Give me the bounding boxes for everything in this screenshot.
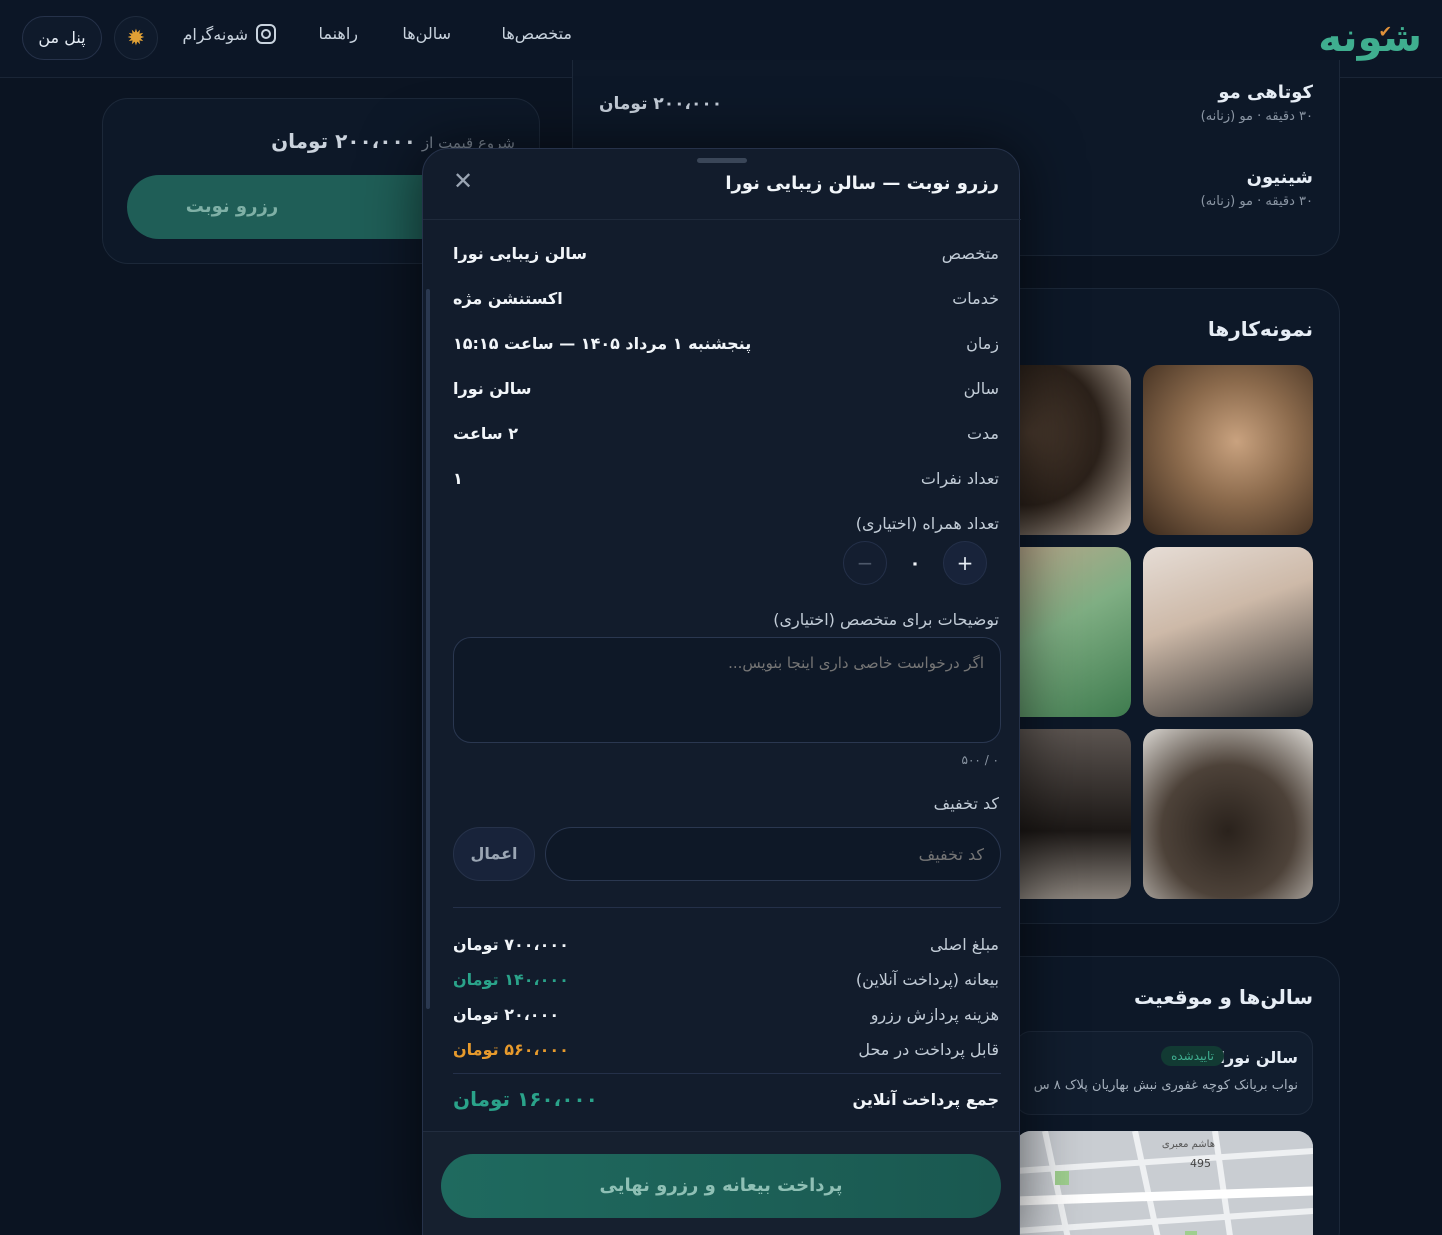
modal-scrollbar[interactable]	[426, 289, 430, 1009]
map-label: 495	[1190, 1157, 1211, 1170]
portfolio-card: نمونه‌کارها	[961, 288, 1340, 924]
portfolio-image-lashes[interactable]	[1143, 365, 1313, 535]
nav-specialists[interactable]: متخصص‌ها	[501, 24, 572, 43]
close-icon[interactable]: ✕	[451, 169, 475, 193]
locations-card: سالن‌ها و موقعیت سالن نورا تاییدشده نواب…	[990, 956, 1340, 1235]
apply-discount-button[interactable]: اعمال	[453, 827, 535, 881]
service-item[interactable]: کوتاهی مو ۳۰ دقیقه · مو (زنانه)	[1201, 82, 1313, 124]
detail-row-services: خدمات اکستنشن مژه	[453, 288, 999, 308]
salon-address: نواب بریانک کوچه غفوری نبش بهاریان پلاک …	[1033, 1078, 1298, 1093]
nav-guide[interactable]: راهنما	[318, 24, 358, 43]
discount-code-input[interactable]	[545, 827, 1001, 881]
instagram-icon	[256, 24, 276, 44]
detail-row-salon: سالن سالن نورا	[453, 378, 999, 398]
summary-row-deposit: بیعانه (پرداخت آنلاین) ۱۴۰،۰۰۰ تومان	[453, 969, 999, 989]
discount-label: کد تخفیف	[933, 793, 999, 813]
modal-footer: پرداخت بیعانه و رزرو نهایی	[423, 1131, 1019, 1235]
nav-salons[interactable]: سالن‌ها	[402, 24, 451, 43]
companions-label: تعداد همراه (اختیاری)	[855, 513, 999, 533]
online-total-value: ۱۶۰،۰۰۰ تومان	[453, 1087, 598, 1111]
divider	[453, 1073, 1001, 1074]
companions-stepper: − ۰ +	[843, 541, 987, 585]
decrement-button[interactable]: −	[843, 541, 887, 585]
salon-list-item[interactable]: سالن نورا تاییدشده نواب بریانک کوچه غفور…	[1015, 1031, 1313, 1115]
portfolio-title: نمونه‌کارها	[1207, 317, 1313, 341]
verified-badge: تاییدشده	[1161, 1046, 1224, 1066]
modal-title: رزرو نوبت — سالن زیبایی نورا	[725, 173, 999, 194]
logo[interactable]: شونه ✔	[1312, 14, 1422, 62]
summary-row-fee: هزینه پردازش رزرو ۲۰،۰۰۰ تومان	[453, 1004, 999, 1024]
notes-label: توضیحات برای متخصص (اختیاری)	[773, 609, 999, 629]
companions-value: ۰	[909, 552, 921, 574]
detail-row-time: زمان پنجشنبه ۱ مرداد ۱۴۰۵ — ساعت ۱۵:۱۵	[453, 333, 999, 353]
summary-row-on-site: قابل پرداخت در محل ۵۶۰،۰۰۰ تومان	[453, 1039, 999, 1059]
increment-button[interactable]: +	[943, 541, 987, 585]
map-roads: هاشم معبری 495 2305 505	[1015, 1131, 1313, 1235]
detail-row-duration: مدت ۲ ساعت	[453, 423, 999, 443]
locations-title: سالن‌ها و موقعیت	[1133, 985, 1313, 1009]
notes-label-row: توضیحات برای متخصص (اختیاری)	[453, 607, 999, 631]
map-label: هاشم معبری	[1162, 1139, 1215, 1150]
divider	[453, 907, 1001, 908]
companions-label-row: تعداد همراه (اختیاری)	[453, 511, 999, 535]
online-total-row: جمع پرداخت آنلاین ۱۶۰،۰۰۰ تومان	[453, 1087, 999, 1111]
detail-row-people: تعداد نفرات ۱	[453, 468, 999, 488]
portfolio-image-nails[interactable]	[1143, 547, 1313, 717]
service-price: ۲۰۰،۰۰۰ تومان	[599, 94, 723, 114]
detail-row-specialist: متخصص سالن زیبایی نورا	[453, 243, 999, 263]
booking-modal: رزرو نوبت — سالن زیبایی نورا ✕ متخصص سال…	[422, 148, 1021, 1235]
portfolio-image-curly-hair[interactable]	[1143, 729, 1313, 899]
nav-instagram[interactable]: شونه‌گرام	[183, 24, 276, 44]
summary-row-original: مبلغ اصلی ۷۰۰،۰۰۰ تومان	[453, 934, 999, 954]
notes-char-counter: ۰ / ۵۰۰	[961, 753, 999, 767]
my-panel-button[interactable]: پنل من	[22, 16, 102, 60]
theme-toggle-button[interactable]: ✹	[114, 16, 158, 60]
sun-icon: ✹	[126, 25, 146, 51]
pay-deposit-button[interactable]: پرداخت بیعانه و رزرو نهایی	[441, 1154, 1001, 1218]
notes-textarea[interactable]	[453, 637, 1001, 743]
service-item[interactable]: شینیون ۳۰ دقیقه · مو (زنانه)	[1201, 167, 1313, 209]
drag-handle[interactable]	[697, 158, 747, 163]
discount-label-row: کد تخفیف	[453, 791, 999, 815]
location-map[interactable]: هاشم معبری 495 2305 505	[1015, 1131, 1313, 1235]
divider	[423, 219, 1021, 220]
logo-check-icon: ✔	[1378, 22, 1392, 41]
